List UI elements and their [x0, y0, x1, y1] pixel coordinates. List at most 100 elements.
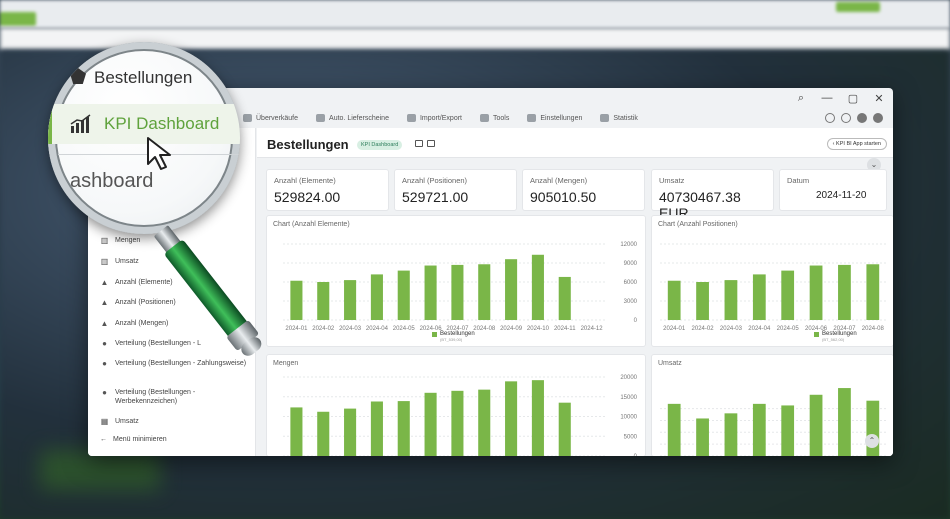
x-tick-label: 2024-01 [663, 326, 686, 332]
x-tick-label: 2024-09 [500, 326, 523, 332]
y-tick-label: 0 [634, 454, 638, 456]
sidebar-item-anzahl-elemente[interactable]: ▲ Anzahl (Elemente) [100, 278, 250, 287]
help-icon[interactable] [841, 113, 851, 123]
window-icon[interactable] [427, 140, 435, 147]
monitor-icon[interactable] [415, 140, 423, 147]
bar[interactable] [424, 265, 437, 320]
bar[interactable] [531, 380, 544, 456]
y-tick-label: 0 [634, 318, 638, 324]
magnified-partial-text: ashboard [70, 170, 154, 192]
nav-item-auto-lieferscheine[interactable]: Auto. Lieferscheine [316, 114, 389, 122]
search-icon[interactable]: ⌕ [795, 92, 807, 105]
sidebar-item-verteilung-werbekennzeichen[interactable]: ● Verteilung (Bestellungen - Werbekennzei… [100, 388, 250, 406]
kpi-card-umsatz: Umsatz 40730467.38 EUR [652, 170, 773, 221]
bar[interactable] [478, 264, 491, 320]
nav-item-import-export[interactable]: Import/Export [406, 114, 462, 122]
nav-item-statistik[interactable]: Statistik [600, 114, 638, 122]
magnified-menu-title: Bestellungen [94, 68, 193, 87]
bar[interactable] [451, 264, 464, 320]
bar[interactable] [752, 274, 766, 320]
bar[interactable] [866, 264, 880, 320]
y-tick-label: 15000 [620, 395, 637, 401]
minimize-icon[interactable]: — [821, 92, 833, 105]
chart-legend: Bestellungen (BT_539,00) [432, 331, 475, 343]
nav-item-einstellungen[interactable]: Einstellungen [527, 114, 582, 122]
bar[interactable] [558, 276, 571, 320]
bar[interactable] [397, 270, 410, 320]
maximize-icon[interactable]: ▢ [847, 92, 859, 105]
sidebar-item-umsatz-2[interactable]: ▦ Umsatz [100, 417, 250, 426]
background-green-block [0, 12, 36, 26]
sidebar-item-verteilung-zahlungsweise[interactable]: ● Verteilung (Bestellungen - Zahlungsweis… [100, 359, 250, 368]
x-tick-label: 2024-01 [285, 326, 308, 332]
arrow-left-icon: ← [100, 436, 107, 443]
background-glow [40, 450, 160, 490]
bar[interactable] [838, 388, 851, 456]
bar[interactable] [531, 254, 544, 320]
chart-card-umsatz: Umsatz [652, 355, 893, 456]
close-icon[interactable]: ✕ [873, 92, 885, 105]
sidebar-item-mengen[interactable]: ▥ Mengen [100, 236, 250, 245]
start-bi-app-button[interactable]: ‹ KPI BI App starten [826, 138, 887, 150]
bar[interactable] [809, 265, 823, 320]
bar[interactable] [370, 401, 383, 456]
scroll-top-button[interactable]: ⌃ [865, 434, 879, 448]
sidebar-item-anzahl-positionen[interactable]: ▲ Anzahl (Positionen) [100, 298, 250, 307]
kpi-card-datum: Datum 2024-11-20 [780, 170, 886, 210]
bar[interactable] [505, 381, 518, 456]
bar[interactable] [397, 401, 410, 456]
bar[interactable] [344, 280, 357, 320]
bar[interactable] [838, 264, 851, 320]
bar[interactable] [317, 282, 330, 320]
bar[interactable] [781, 405, 795, 456]
legend-swatch [432, 332, 437, 337]
bar[interactable] [478, 389, 491, 456]
minimize-menu-button[interactable]: ← Menü minimieren [100, 436, 167, 443]
sidebar-item-umsatz[interactable]: ▥ Umsatz [100, 257, 250, 266]
bar[interactable] [317, 411, 330, 456]
sidebar-item-label: Verteilung (Bestellungen - Zahlungsweise… [115, 360, 247, 367]
nav-label: Auto. Lieferscheine [329, 114, 389, 122]
bar[interactable] [370, 274, 383, 320]
sidebar-item-label: Verteilung (Bestellungen - L [115, 340, 201, 347]
sidebar-item-verteilung-l[interactable]: ● Verteilung (Bestellungen - L [100, 339, 250, 348]
bar[interactable] [724, 280, 738, 320]
status-icon[interactable] [857, 113, 867, 123]
nav-item-tools[interactable]: Tools [479, 114, 510, 122]
bar[interactable] [696, 418, 709, 456]
bar[interactable] [424, 392, 437, 456]
plugin-icon[interactable] [873, 113, 883, 123]
chevron-down-icon: ⌄ [870, 160, 878, 169]
bar-chart-icon: ▥ [100, 236, 109, 245]
nav-label: Tools [492, 114, 510, 122]
nav-item-ueberverkaeufe[interactable]: Überverkäufe [243, 114, 298, 122]
kpi-label: Datum [787, 176, 810, 185]
pyramid-icon: ▲ [100, 319, 109, 328]
sidebar-item-anzahl-mengen[interactable]: ▲ Anzahl (Mengen) [100, 319, 250, 328]
x-tick-label: 2024-08 [473, 326, 496, 332]
calculator-icon: ▦ [100, 417, 109, 426]
bar[interactable] [752, 403, 766, 456]
x-tick-label: 2024-02 [692, 326, 715, 332]
sidebar-item-label: Anzahl (Elemente) [115, 279, 173, 286]
kpi-chart-icon [70, 114, 91, 133]
import-export-icon [406, 114, 416, 122]
bar[interactable] [667, 280, 681, 320]
power-icon[interactable] [825, 113, 835, 123]
cursor-icon [147, 137, 171, 170]
bar[interactable] [344, 408, 357, 456]
bar[interactable] [724, 413, 738, 456]
x-tick-label: 2024-04 [748, 326, 771, 332]
bar[interactable] [290, 280, 303, 320]
bar[interactable] [809, 394, 823, 456]
bar[interactable] [558, 402, 571, 456]
magnifier-lens: Bestellungen KPI Dashboard ashboard [48, 42, 240, 234]
legend-sub: (BT_562,00) [822, 337, 845, 342]
bar[interactable] [290, 407, 303, 456]
bar[interactable] [451, 390, 464, 456]
bar[interactable] [667, 403, 681, 456]
magnified-kpi-dashboard-item[interactable]: KPI Dashboard [104, 114, 219, 134]
bar[interactable] [781, 270, 795, 320]
bar[interactable] [696, 282, 709, 320]
bar[interactable] [505, 259, 518, 320]
